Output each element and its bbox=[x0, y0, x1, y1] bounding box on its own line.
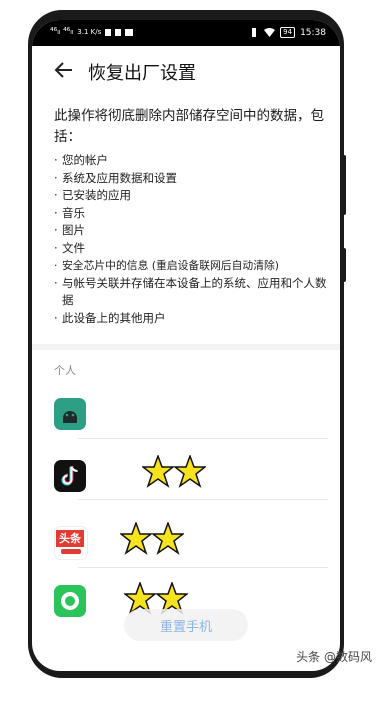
vibrate-icon bbox=[252, 28, 257, 37]
list-item: 已安装的应用 bbox=[54, 187, 330, 205]
censor-mark bbox=[142, 455, 206, 489]
list-item: 与帐号关联并存储在本设备上的系统、应用和个人数据 bbox=[54, 275, 330, 310]
app-row: 头条 bbox=[54, 526, 324, 566]
android-icon bbox=[54, 398, 86, 430]
phone-screen: ⁴⁶ₗₗ ⁴⁶ₗₗ 3.1 K/s 94 15:38 恢复出厂设置 此操作将彻底… bbox=[32, 20, 340, 671]
reset-phone-button[interactable]: 重置手机 bbox=[124, 609, 248, 641]
wifi-icon bbox=[264, 28, 276, 37]
app-row bbox=[54, 398, 324, 438]
signal-indicator: ⁴⁶ₗₗ ⁴⁶ₗₗ bbox=[50, 27, 74, 37]
description-text: 此操作将彻底删除内部储存空间中的数据，包括： bbox=[54, 108, 324, 145]
list-item: 音乐 bbox=[54, 205, 330, 223]
row-divider bbox=[78, 438, 328, 439]
list-item: 系统及应用数据和设置 bbox=[54, 170, 330, 188]
list-item: 文件 bbox=[54, 240, 330, 258]
list-item: 您的帐户 bbox=[54, 152, 330, 170]
tiktok-icon bbox=[54, 460, 86, 492]
battery-icon: 94 bbox=[280, 27, 296, 38]
notification-icons bbox=[105, 28, 134, 36]
network-speed: 3.1 K/s bbox=[77, 28, 102, 36]
status-bar: ⁴⁶ₗₗ ⁴⁶ₗₗ 3.1 K/s 94 15:38 bbox=[32, 20, 340, 46]
clock: 15:38 bbox=[300, 27, 326, 38]
row-divider bbox=[78, 499, 328, 500]
watermark: 头条 @数码风 bbox=[296, 650, 372, 664]
green-chat-icon bbox=[54, 585, 86, 617]
data-list: 您的帐户 系统及应用数据和设置 已安装的应用 音乐 图片 文件 安全芯片中的信息… bbox=[54, 152, 330, 327]
section-label: 个人 bbox=[54, 364, 76, 377]
censor-mark bbox=[120, 522, 184, 556]
list-item: 此设备上的其他用户 bbox=[54, 310, 330, 328]
row-divider bbox=[78, 567, 328, 568]
back-arrow-icon[interactable] bbox=[52, 58, 76, 82]
list-item: 图片 bbox=[54, 222, 330, 240]
toutiao-icon-label: 头条 bbox=[56, 530, 84, 547]
list-item: 安全芯片中的信息 (重启设备联网后自动清除) bbox=[54, 257, 330, 275]
section-divider bbox=[32, 344, 340, 350]
page-title: 恢复出厂设置 bbox=[88, 63, 196, 84]
toutiao-icon: 头条 bbox=[54, 526, 88, 560]
title-bar: 恢复出厂设置 bbox=[32, 50, 340, 94]
